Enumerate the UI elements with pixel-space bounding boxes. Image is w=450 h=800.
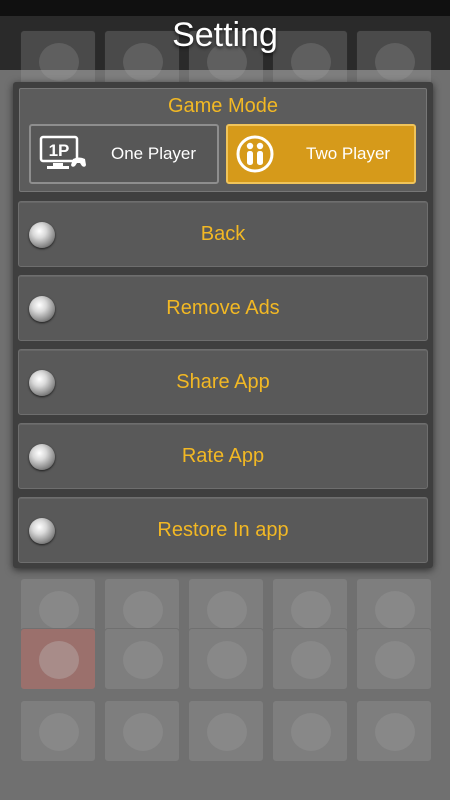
two-player-button[interactable]: Two Player bbox=[226, 124, 416, 184]
back-label: Back bbox=[200, 223, 246, 245]
settings-panel: Game Mode 1P One Player Two Player Back … bbox=[13, 82, 433, 568]
one-player-label: One Player bbox=[111, 144, 197, 163]
game-mode-title: Game Mode bbox=[167, 95, 279, 117]
share-app-label: Share App bbox=[176, 371, 270, 393]
share-app-button[interactable]: Share App bbox=[18, 349, 428, 415]
two-player-icon bbox=[236, 135, 274, 173]
back-button[interactable]: Back bbox=[18, 201, 428, 267]
remove-ads-button[interactable]: Remove Ads bbox=[18, 275, 428, 341]
game-mode-section: Game Mode 1P One Player Two Player bbox=[19, 88, 427, 192]
remove-ads-label: Remove Ads bbox=[166, 297, 280, 319]
restore-in-app-label: Restore In app bbox=[157, 519, 289, 541]
rate-app-label: Rate App bbox=[181, 445, 265, 467]
page-title: Setting bbox=[172, 16, 278, 54]
one-player-badge: 1P bbox=[49, 141, 70, 160]
one-player-icon: 1P bbox=[39, 135, 86, 169]
one-player-button[interactable]: 1P One Player bbox=[29, 124, 219, 184]
rate-app-button[interactable]: Rate App bbox=[18, 423, 428, 489]
two-player-label: Two Player bbox=[306, 144, 391, 163]
restore-in-app-button[interactable]: Restore In app bbox=[18, 497, 428, 563]
